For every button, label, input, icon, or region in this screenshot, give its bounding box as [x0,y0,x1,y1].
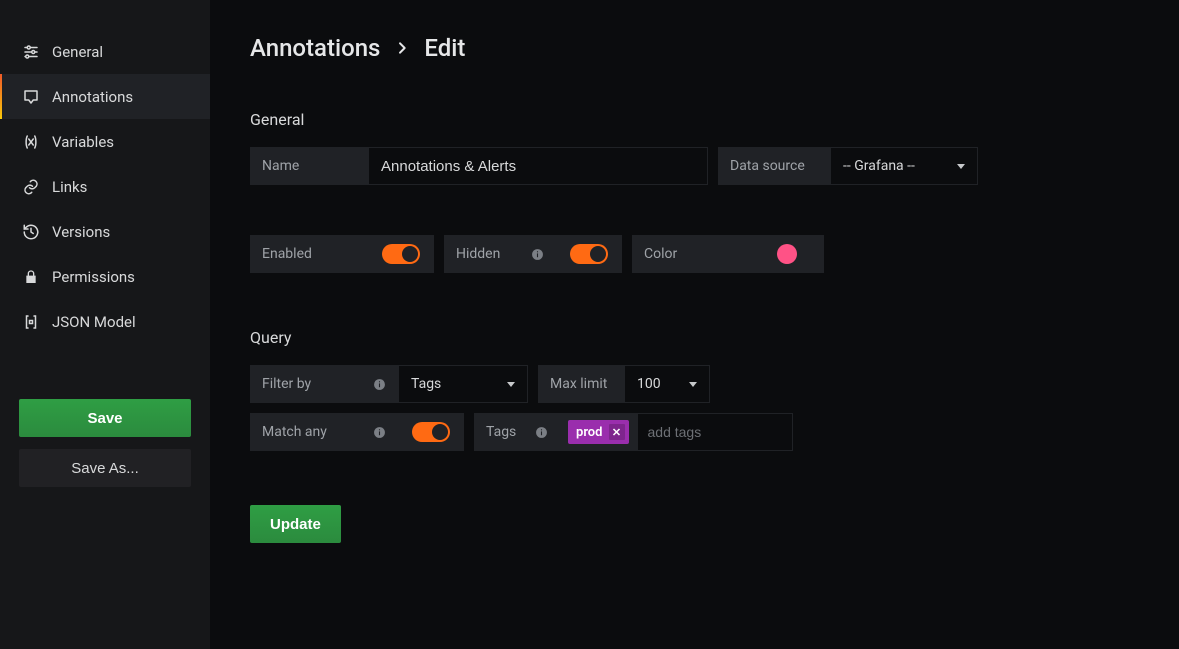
info-icon[interactable] [530,247,544,261]
info-icon[interactable] [372,425,386,439]
save-button[interactable]: Save [19,399,191,437]
chevron-right-icon [394,40,410,56]
comment-icon [20,88,42,106]
sidebar-item-label: JSON Model [52,313,136,331]
sidebar-item-json-model[interactable]: JSON Model [0,299,210,344]
name-input-wrapper [368,147,708,185]
color-picker[interactable] [777,244,797,264]
name-label: Name [250,147,368,185]
lock-icon [20,269,42,285]
breadcrumb-root[interactable]: Annotations [250,34,380,62]
hidden-label-cell: Hidden [444,235,556,273]
hidden-label: Hidden [456,246,500,262]
color-label: Color [632,235,750,273]
sidebar-item-label: Annotations [52,88,133,106]
sidebar-item-annotations[interactable]: Annotations [0,74,210,119]
history-icon [20,223,42,241]
tag-chip-label: prod [576,425,603,440]
chevron-down-icon [507,382,515,387]
filter-by-value: Tags [411,376,441,392]
max-limit-select[interactable]: 100 [624,365,710,403]
name-input[interactable] [381,158,695,175]
save-as-button[interactable]: Save As... [19,449,191,487]
sidebar-item-versions[interactable]: Versions [0,209,210,254]
update-button[interactable]: Update [250,505,341,543]
filter-by-label: Filter by [262,376,311,392]
section-title-general: General [250,110,1179,129]
settings-sidebar: General Annotations Va [0,0,210,649]
sliders-icon [20,43,42,61]
sidebar-nav: General Annotations Va [0,29,210,344]
breadcrumb: Annotations Edit [250,34,1179,62]
sidebar-item-label: General [52,43,103,61]
datasource-label: Data source [718,147,830,185]
brackets-icon [20,313,42,331]
sidebar-item-general[interactable]: General [0,29,210,74]
tags-label: Tags [486,424,516,440]
tags-input-wrapper [637,413,793,451]
section-title-query: Query [250,328,1179,347]
link-icon [20,178,42,196]
info-icon[interactable] [372,377,386,391]
sidebar-item-variables[interactable]: Variables [0,119,210,164]
sidebar-item-label: Variables [52,133,114,151]
tags-label-cell: Tags [474,413,560,451]
sidebar-item-label: Versions [52,223,110,241]
hidden-toggle[interactable] [570,244,608,264]
datasource-value: -- Grafana -- [843,158,915,174]
chevron-down-icon [957,164,965,169]
sidebar-item-permissions[interactable]: Permissions [0,254,210,299]
sidebar-actions: Save Save As... [0,399,210,487]
breadcrumb-leaf: Edit [424,34,465,62]
info-icon[interactable] [534,425,548,439]
max-limit-value: 100 [637,376,661,392]
chevron-down-icon [689,382,697,387]
sidebar-item-label: Links [52,178,87,196]
match-any-toggle[interactable] [412,422,450,442]
sidebar-item-label: Permissions [52,268,135,286]
variable-icon [20,133,42,151]
filter-by-select[interactable]: Tags [398,365,528,403]
match-any-label: Match any [262,424,327,440]
datasource-select[interactable]: -- Grafana -- [830,147,978,185]
max-limit-label: Max limit [538,365,624,403]
tag-chip: prod ✕ [568,420,629,444]
filter-by-label-cell: Filter by [250,365,398,403]
enabled-label: Enabled [250,235,368,273]
enabled-toggle[interactable] [382,244,420,264]
sidebar-item-links[interactable]: Links [0,164,210,209]
match-any-label-cell: Match any [250,413,398,451]
main-content: Annotations Edit General Name Data sourc… [210,0,1179,649]
tag-remove-icon[interactable]: ✕ [609,424,625,440]
tags-input[interactable] [648,424,782,440]
